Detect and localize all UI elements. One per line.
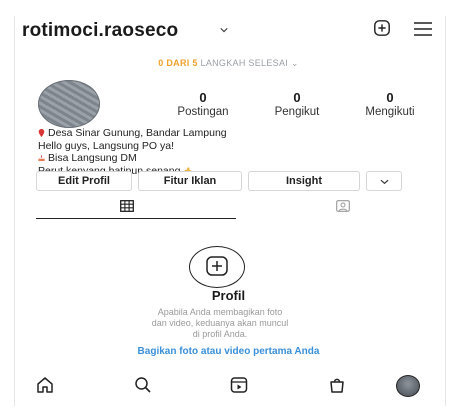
setup-progress-banner[interactable]: 0 DARI 5 LANGKAH SELESAI ⌄: [0, 58, 457, 69]
profile-bio: Desa Sinar Gunung, Bandar Lampung Hello …: [38, 127, 227, 177]
steps-label: LANGKAH SELESAI: [200, 58, 289, 68]
ads-feature-button[interactable]: Fitur Iklan: [138, 171, 242, 191]
bio-line-2: Hello guys, Langsung PO ya!: [38, 139, 174, 152]
stat-followers[interactable]: 0 Pengikut: [252, 90, 342, 118]
reels-icon[interactable]: [230, 376, 248, 394]
stat-following[interactable]: 0 Mengikuti: [345, 90, 435, 118]
search-icon[interactable]: [134, 376, 152, 394]
tab-grid[interactable]: [36, 196, 236, 219]
bottom-navigation: [30, 372, 447, 398]
hamburger-menu-icon[interactable]: [413, 21, 433, 37]
insight-button[interactable]: Insight: [248, 171, 360, 191]
chevron-down-icon: [380, 179, 388, 184]
chevron-down-icon[interactable]: [220, 26, 228, 34]
shop-icon[interactable]: [328, 376, 346, 394]
empty-state-title: Profil: [211, 288, 246, 303]
followers-count: 0: [293, 90, 301, 105]
edit-profile-button[interactable]: Edit Profil: [36, 171, 132, 191]
tab-tagged[interactable]: [246, 196, 446, 218]
following-count: 0: [386, 90, 394, 105]
posts-label: Postingan: [177, 106, 229, 118]
tagged-photo-icon: [336, 200, 350, 212]
profile-header: rotimoci.raoseco: [22, 18, 443, 44]
steps-count: 0 DARI 5: [158, 58, 198, 68]
share-first-post-link[interactable]: Bagikan foto atau video pertama Anda: [0, 346, 457, 357]
chevron-down-icon: ⌄: [290, 58, 299, 68]
empty-state-description: Apabila Anda membagikan foto dan video, …: [151, 307, 289, 339]
profile-tabs: [36, 196, 447, 219]
home-icon[interactable]: [36, 376, 54, 394]
suggestions-toggle-button[interactable]: [366, 171, 402, 191]
bio-line-3: Bisa Langsung DM: [48, 152, 137, 164]
followers-label: Pengikut: [274, 106, 320, 118]
bio-location: Desa Sinar Gunung, Bandar Lampung: [48, 127, 227, 139]
cake-icon: [38, 155, 45, 162]
add-circle-icon: [206, 256, 228, 276]
avatar[interactable]: [38, 80, 100, 128]
stat-posts[interactable]: 0 Postingan: [158, 90, 248, 118]
location-pin-icon: [38, 129, 45, 138]
posts-count: 0: [199, 90, 207, 105]
profile-avatar-icon[interactable]: [396, 375, 420, 397]
username-switcher[interactable]: rotimoci.raoseco: [22, 20, 178, 42]
grid-icon: [120, 200, 134, 212]
empty-state-add[interactable]: [189, 246, 245, 288]
add-post-icon[interactable]: [373, 19, 391, 37]
following-label: Mengikuti: [365, 106, 415, 118]
